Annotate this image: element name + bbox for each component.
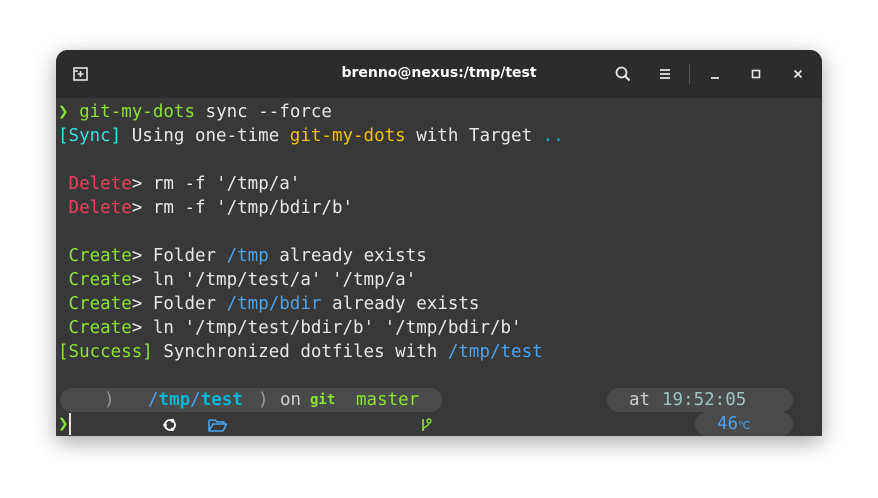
- path-separator: /: [190, 390, 201, 410]
- delete-line: Delete> rm -f '/tmp/bdir/b': [58, 196, 353, 220]
- git-branch-icon: [336, 392, 432, 431]
- ubuntu-icon: [78, 392, 177, 432]
- success-text: Synchronized dotfiles with: [152, 342, 448, 362]
- success-path: /tmp/test: [447, 342, 543, 362]
- sync-target: ..: [542, 126, 564, 146]
- terminal-window: brenno@nexus:/tmp/test ❯ git-my-dots syn…: [56, 50, 822, 436]
- create-tag: Create: [68, 270, 132, 290]
- at-label: at: [629, 390, 651, 410]
- create-line: Create> ln '/tmp/test/a' '/tmp/a': [58, 268, 417, 292]
- create-text: > Folder: [131, 294, 227, 314]
- create-tag: Create: [68, 294, 132, 314]
- create-text-post: already exists: [321, 294, 480, 314]
- input-prompt-symbol: ❯: [58, 414, 69, 434]
- path-parent: tmp: [158, 390, 191, 410]
- segment-separator: ): [104, 390, 115, 410]
- success-line: [Success] Synchronized dotfiles with /tm…: [58, 340, 543, 364]
- terminal-output[interactable]: ❯ git-my-dots sync --force [Sync] Using …: [56, 98, 822, 436]
- create-text: > ln '/tmp/test/a' '/tmp/a': [131, 270, 417, 290]
- clock-time: 19:52:05: [662, 390, 747, 410]
- command-line: ❯ git-my-dots sync --force: [58, 100, 332, 124]
- create-path: /tmp/bdir: [226, 294, 322, 314]
- sync-tag: [Sync]: [58, 126, 122, 146]
- path-current: test: [200, 390, 243, 410]
- temperature: 46℃: [717, 412, 750, 436]
- cube-icon: [761, 415, 779, 433]
- title-bar: brenno@nexus:/tmp/test: [56, 50, 822, 98]
- sync-text: Using one-time: [121, 126, 290, 146]
- create-tag: Create: [68, 246, 132, 266]
- status-left-segment: ) /tmp/test ) on git master: [60, 388, 442, 432]
- create-line: Create> ln '/tmp/test/bdir/b' '/tmp/bdir…: [58, 316, 522, 340]
- minimize-icon[interactable]: [703, 62, 727, 86]
- command-program: git-my-dots: [79, 102, 195, 122]
- delete-tag: Delete: [68, 198, 132, 218]
- folder-open-icon: [124, 392, 228, 432]
- sync-program-name: git-my-dots: [289, 126, 406, 146]
- create-text: > ln '/tmp/test/bdir/b' '/tmp/bdir/b': [131, 318, 522, 338]
- command-args: sync --force: [195, 102, 332, 122]
- maximize-icon[interactable]: [744, 62, 768, 86]
- create-path: /tmp: [226, 246, 269, 266]
- clock-icon: [760, 392, 776, 408]
- text-cursor: [68, 413, 71, 435]
- git-label: git: [310, 392, 336, 408]
- create-text: > Folder: [131, 246, 227, 266]
- status-temperature-segment: 46℃: [695, 412, 793, 436]
- on-label: on: [280, 390, 302, 410]
- titlebar-separator: [689, 64, 690, 84]
- path-separator: /: [148, 390, 159, 410]
- create-line: Create> Folder /tmp already exists: [58, 244, 427, 268]
- git-branch: master: [356, 390, 420, 410]
- sync-line: [Sync] Using one-time git-my-dots with T…: [58, 124, 564, 148]
- search-icon[interactable]: [611, 62, 635, 86]
- input-prompt-line[interactable]: ❯: [58, 412, 71, 436]
- close-icon[interactable]: [786, 62, 810, 86]
- temperature-value: 46: [717, 414, 739, 434]
- delete-line: Delete> rm -f '/tmp/a': [58, 172, 301, 196]
- sync-text-2: with Target: [405, 126, 543, 146]
- success-tag: [Success]: [58, 342, 153, 362]
- segment-separator: ): [258, 390, 269, 410]
- delete-tag: Delete: [68, 174, 132, 194]
- create-tag: Create: [68, 318, 132, 338]
- prompt-symbol: ❯: [58, 102, 69, 122]
- status-time-segment: at 19:52:05: [607, 388, 793, 412]
- delete-text: > rm -f '/tmp/a': [131, 174, 301, 194]
- create-text-post: already exists: [268, 246, 427, 266]
- hamburger-menu-icon[interactable]: [653, 62, 677, 86]
- temperature-unit: ℃: [738, 419, 751, 432]
- current-path: /tmp/test: [148, 388, 243, 412]
- delete-text: > rm -f '/tmp/bdir/b': [131, 198, 354, 218]
- create-line: Create> Folder /tmp/bdir already exists: [58, 292, 480, 316]
